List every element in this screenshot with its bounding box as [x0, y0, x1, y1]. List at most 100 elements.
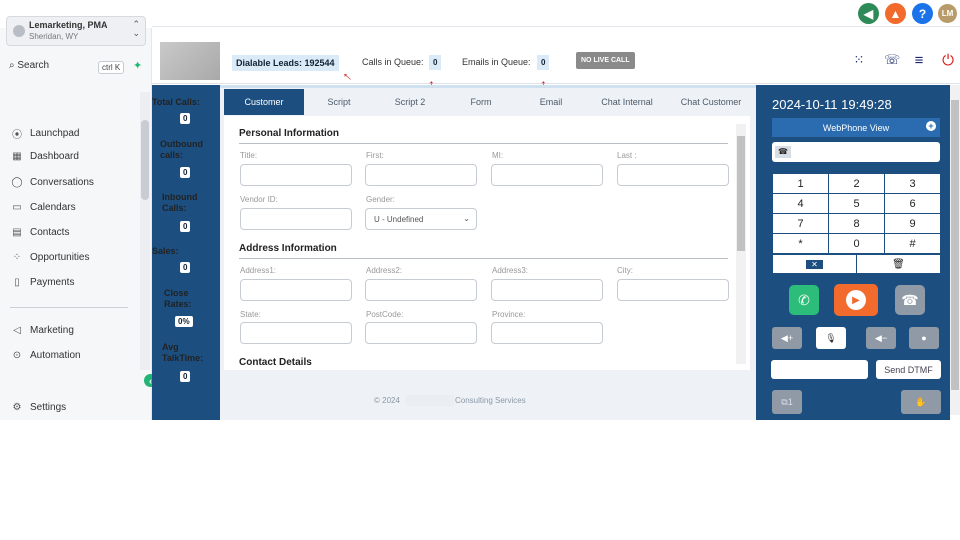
- dialpad-key[interactable]: 9: [885, 214, 940, 233]
- tab-chat-customer[interactable]: Chat Customer: [674, 89, 748, 115]
- webphone-view-button[interactable]: WebPhone View: [772, 118, 940, 137]
- address2-field[interactable]: [365, 279, 477, 301]
- call-button[interactable]: ✆: [789, 285, 819, 315]
- postcode-field[interactable]: [365, 322, 477, 344]
- state-field[interactable]: [240, 322, 352, 344]
- scrollbar-thumb[interactable]: [951, 100, 959, 390]
- field-label: MI:: [492, 151, 504, 160]
- gender-value: U - Undefined: [374, 215, 424, 224]
- scrollbar-thumb[interactable]: [141, 120, 149, 200]
- form-scrollbar[interactable]: [736, 124, 746, 364]
- volume-up-icon[interactable]: ◀−: [866, 327, 896, 349]
- record-dot-icon[interactable]: ●: [909, 327, 939, 349]
- dialpad-key[interactable]: #: [885, 234, 940, 253]
- plus-icon[interactable]: +: [926, 121, 936, 131]
- tab-script-2[interactable]: Script 2: [384, 89, 436, 115]
- power-icon[interactable]: ⏻: [940, 52, 956, 69]
- address3-field[interactable]: [491, 279, 603, 301]
- dialpad-key[interactable]: 7: [773, 214, 828, 233]
- help-icon[interactable]: ?: [912, 3, 933, 24]
- sidebar-item-automation[interactable]: ⊙ Automation: [11, 350, 81, 361]
- field-label: PostCode:: [366, 310, 404, 319]
- tab-form[interactable]: Form: [454, 89, 508, 115]
- dialpad-key[interactable]: 6: [885, 194, 940, 213]
- sidebar-item-payments[interactable]: ▯ Payments: [11, 277, 74, 288]
- sidebar-item-label: Automation: [30, 350, 81, 361]
- account-icon: [13, 25, 25, 37]
- page-scrollbar[interactable]: [950, 85, 960, 415]
- dialpad-action-row: ✕ 🗑: [772, 254, 941, 274]
- sidebar-item-conversations[interactable]: ◯ Conversations: [11, 177, 94, 188]
- dialpad-key[interactable]: 1: [773, 174, 828, 193]
- sidebar-item-opportunities[interactable]: ⁘ Opportunities: [11, 252, 90, 263]
- section-title: Contact Details: [239, 357, 312, 368]
- trash-button[interactable]: 🗑: [857, 255, 940, 273]
- bell-icon[interactable]: ▲: [885, 3, 906, 24]
- scrollbar-thumb[interactable]: [737, 136, 745, 251]
- volume-down-icon[interactable]: ◀+: [772, 327, 802, 349]
- sidebar-item-calendars[interactable]: ▭ Calendars: [11, 202, 75, 213]
- opportunities-icon: ⁘: [12, 252, 22, 263]
- dialpad-key[interactable]: 5: [829, 194, 884, 213]
- account-switcher[interactable]: Lemarketing, PMA Sheridan, WY ⌃ ⌄: [6, 16, 146, 46]
- emails-queue-label: Emails in Queue:: [462, 57, 531, 67]
- payments-icon: ▯: [14, 277, 20, 288]
- hand-icon[interactable]: ✋: [901, 390, 941, 414]
- stat-value: 0: [180, 371, 191, 382]
- stat-label: Inbound Calls:: [162, 192, 198, 213]
- address1-field[interactable]: [240, 279, 352, 301]
- sidebar-item-settings[interactable]: ⚙ Settings: [11, 402, 67, 413]
- avatar[interactable]: LM: [938, 4, 957, 23]
- backspace-icon: ✕: [806, 259, 823, 269]
- menu-icon[interactable]: ≡: [911, 52, 927, 69]
- stat-label: Outbound calls:: [160, 139, 203, 160]
- hangup-button[interactable]: ☎: [895, 285, 925, 315]
- mute-mic-icon[interactable]: 🎙: [816, 327, 846, 349]
- sparkle-icon[interactable]: ✦: [133, 59, 142, 72]
- sidebar-item-label: Marketing: [30, 325, 74, 336]
- sidebar-item-dashboard[interactable]: ▦ Dashboard: [11, 151, 79, 162]
- field-label: Province:: [492, 310, 526, 319]
- gender-select[interactable]: U - Undefined ⌄: [365, 208, 477, 230]
- transfer-button[interactable]: ⧉ 1: [772, 390, 802, 414]
- search-label: Search: [17, 60, 50, 71]
- tab-customer[interactable]: Customer: [224, 89, 304, 115]
- tab-email[interactable]: Email: [526, 89, 576, 115]
- last-name-field[interactable]: [617, 164, 729, 186]
- send-icon: ◁: [13, 325, 21, 336]
- dialpad-key[interactable]: 2: [829, 174, 884, 193]
- province-field[interactable]: [491, 322, 603, 344]
- dtmf-input[interactable]: [771, 360, 868, 379]
- dialpad-key[interactable]: *: [773, 234, 828, 253]
- no-live-call-button[interactable]: NO LIVE CALL: [576, 52, 635, 69]
- first-name-field[interactable]: [365, 164, 477, 186]
- tab-script[interactable]: Script: [310, 89, 368, 115]
- phone-number-input[interactable]: [772, 142, 940, 162]
- send-dtmf-button[interactable]: Send DTMF: [876, 360, 941, 379]
- field-label: First:: [366, 151, 384, 160]
- sidebar-item-marketing[interactable]: ◁ Marketing: [11, 325, 74, 336]
- dialpad-key[interactable]: 8: [829, 214, 884, 233]
- chat-icon: ◯: [11, 177, 23, 188]
- search-button[interactable]: ⌕ Search: [9, 60, 49, 71]
- footer-year: © 2024: [374, 396, 400, 405]
- field-label: Last :: [617, 151, 637, 160]
- sidebar-item-contacts[interactable]: ▤ Contacts: [11, 227, 69, 238]
- mi-field[interactable]: [491, 164, 603, 186]
- sidebar-item-launchpad[interactable]: ⦿ Launchpad: [11, 126, 80, 141]
- dialpad-key[interactable]: 3: [885, 174, 940, 193]
- dialpad-key[interactable]: 0: [829, 234, 884, 253]
- tab-chat-internal[interactable]: Chat Internal: [592, 89, 662, 115]
- dialpad-key[interactable]: 4: [773, 194, 828, 213]
- vendor-id-field[interactable]: [240, 208, 352, 230]
- sidebar-scrollbar[interactable]: [140, 92, 150, 370]
- city-field[interactable]: [617, 279, 729, 301]
- record-button[interactable]: ▶: [834, 284, 878, 316]
- dialpad-icon[interactable]: ⁙: [851, 52, 867, 68]
- title-field[interactable]: [240, 164, 352, 186]
- chevron-down-icon: ⌄: [463, 214, 470, 223]
- megaphone-icon[interactable]: ◀: [858, 3, 879, 24]
- footer-company: Consulting Services: [455, 396, 526, 405]
- call-log-icon[interactable]: ☏: [884, 52, 900, 68]
- backspace-button[interactable]: ✕: [773, 255, 856, 273]
